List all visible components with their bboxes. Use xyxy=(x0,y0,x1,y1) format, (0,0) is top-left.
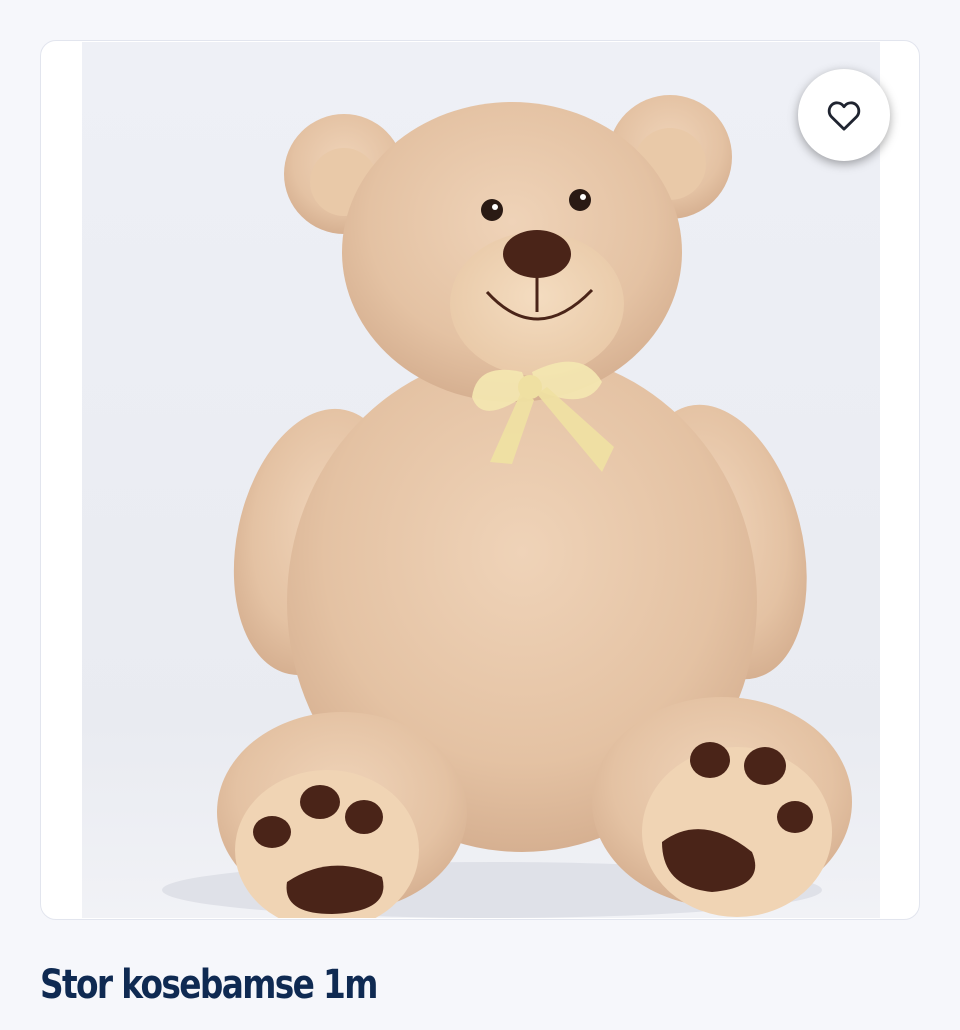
left-toe-1 xyxy=(253,816,291,848)
right-toe-3 xyxy=(777,801,813,833)
product-image[interactable] xyxy=(82,42,880,918)
bear-nose xyxy=(503,230,571,278)
heart-outline-icon xyxy=(827,101,861,131)
ribbon-knot xyxy=(518,375,542,399)
bear-eye-right xyxy=(569,189,591,211)
teddy-bear-illustration xyxy=(162,95,852,918)
right-foot-pad xyxy=(642,747,832,917)
product-card[interactable] xyxy=(40,40,920,920)
left-toe-3 xyxy=(345,800,383,834)
favorite-button[interactable] xyxy=(798,69,890,161)
left-toe-2 xyxy=(300,785,340,819)
right-toe-2 xyxy=(744,747,786,785)
product-title[interactable]: Stor kosebamse 1m xyxy=(40,962,378,1008)
bear-eye-left xyxy=(481,199,503,221)
product-card-page: Stor kosebamse 1m xyxy=(0,0,960,1030)
right-toe-1 xyxy=(690,742,730,778)
